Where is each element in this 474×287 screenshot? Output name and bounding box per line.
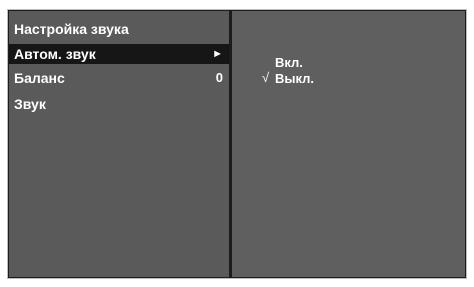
menu-item-sound[interactable]: Звук <box>9 94 229 114</box>
check-mark-icon: √ <box>262 70 270 85</box>
menu-item-balance[interactable]: Баланс 0 <box>9 68 229 88</box>
balance-value: 0 <box>215 70 223 85</box>
submenu-panel: Вкл. √ Выкл. <box>232 11 465 277</box>
menu-title: Настройка звука <box>14 21 129 37</box>
option-off[interactable]: Выкл. <box>275 71 314 87</box>
option-on[interactable]: Вкл. <box>275 55 303 71</box>
sound-settings-osd: Настройка звука Автом. звук ► Баланс 0 З… <box>7 9 467 279</box>
menu-item-label: Автом. звук <box>14 46 96 62</box>
menu-panel: Настройка звука Автом. звук ► Баланс 0 З… <box>9 11 229 277</box>
menu-item-label: Звук <box>14 96 46 112</box>
menu-item-label: Баланс <box>14 70 65 86</box>
submenu-arrow-icon: ► <box>212 48 223 60</box>
menu-item-auto-sound[interactable]: Автом. звук ► <box>9 44 229 64</box>
